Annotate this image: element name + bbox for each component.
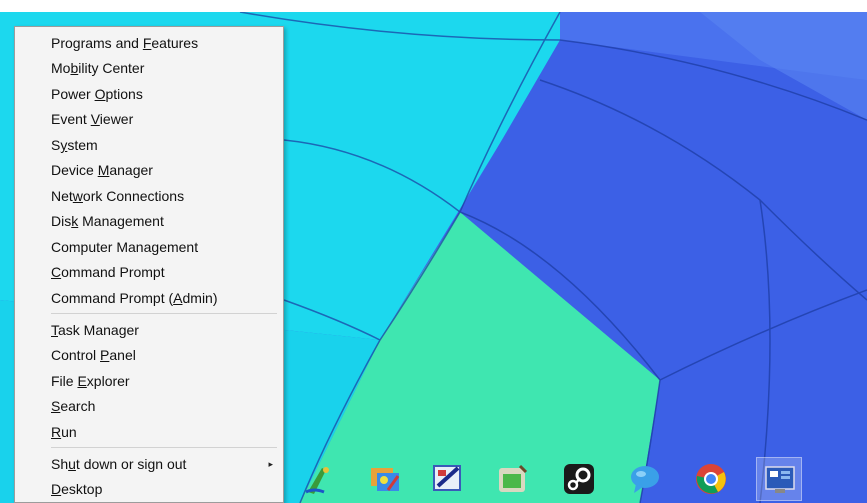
menu-item-access-key: M xyxy=(97,162,110,178)
menu-item-access-key: A xyxy=(173,290,183,306)
menu-item-access-key: u xyxy=(68,456,76,472)
menu-item-computer-management[interactable]: Computer Management xyxy=(15,235,283,259)
taskbar-button[interactable] xyxy=(362,457,408,501)
menu-item-label-part: Power xyxy=(51,86,95,102)
menu-item-file-explorer[interactable]: File Explorer xyxy=(15,369,283,393)
menu-item-label-part: anager xyxy=(109,162,153,178)
menu-item-access-key: C xyxy=(51,264,62,280)
menu-item-label-part: ommand Prompt xyxy=(61,264,165,280)
taskbar-button[interactable] xyxy=(298,457,344,501)
menu-item-command-prompt-admin[interactable]: Command Prompt (Admin) xyxy=(15,286,283,310)
menu-item-label-part: Mo xyxy=(51,60,71,76)
menu-item-label-part: Event xyxy=(51,111,91,127)
menu-item-label-part: S xyxy=(51,137,61,153)
menu-item-label-part: Net xyxy=(51,188,73,204)
menu-item-programs-and-features[interactable]: Programs and Features xyxy=(15,31,283,55)
menu-item-label-part: un xyxy=(61,424,77,440)
taskbar-button[interactable] xyxy=(490,457,536,501)
menu-item-label-part: Computer Mana xyxy=(51,239,152,255)
menu-item-access-key: E xyxy=(77,373,87,389)
menu-item-desktop[interactable]: Desktop xyxy=(15,477,283,501)
menu-item-label-part: Control xyxy=(51,347,101,363)
menu-item-power-options[interactable]: Power Options xyxy=(15,82,283,106)
menu-item-label-part: Programs and xyxy=(51,35,143,51)
taskbar-button[interactable] xyxy=(426,457,472,501)
menu-separator xyxy=(51,447,277,448)
menu-item-shut-down-or-sign-out[interactable]: Shut down or sign out ▸ xyxy=(15,452,283,476)
menu-item-label-part: ask Manager xyxy=(58,322,139,338)
menu-item-label-part: earch xyxy=(60,398,96,414)
menu-item-label-part: Sh xyxy=(51,456,69,472)
menu-item-access-key: S xyxy=(51,398,61,414)
menu-item-network-connections[interactable]: Network Connections xyxy=(15,184,283,208)
menu-item-access-key: O xyxy=(94,86,106,102)
menu-item-label-part: eatures xyxy=(151,35,199,51)
menu-item-label-part: Management xyxy=(78,213,164,229)
taskbar-button[interactable] xyxy=(622,457,668,501)
taskbar xyxy=(284,455,867,503)
menu-item-access-key: w xyxy=(72,188,83,204)
menu-item-label-part: stem xyxy=(67,137,98,153)
menu-item-run[interactable]: Run xyxy=(15,420,283,444)
menu-item-label-part: File xyxy=(51,373,78,389)
submenu-arrow-icon: ▸ xyxy=(268,459,273,469)
menu-item-label-part: iewer xyxy=(99,111,134,127)
menu-item-label-part: ork Connections xyxy=(82,188,185,204)
menu-item-access-key: V xyxy=(90,111,100,127)
taskbar-button[interactable] xyxy=(556,457,602,501)
menu-item-label-part: Dis xyxy=(51,213,72,229)
menu-item-access-key: T xyxy=(51,322,58,338)
menu-item-control-panel[interactable]: Control Panel xyxy=(15,343,283,367)
menu-item-search[interactable]: Search xyxy=(15,394,283,418)
menu-item-disk-management[interactable]: Disk Management xyxy=(15,209,283,233)
menu-item-label-part: Command Prompt ( xyxy=(51,290,174,306)
taskbar-button[interactable] xyxy=(688,457,734,501)
menu-item-label-part: dmin) xyxy=(182,290,218,306)
menu-item-event-viewer[interactable]: Event Viewer xyxy=(15,107,283,131)
menu-item-label-part: anel xyxy=(109,347,136,363)
menu-item-label-part: ement xyxy=(159,239,199,255)
taskbar-button[interactable] xyxy=(756,457,802,501)
quick-link-menu: Programs and Features Mobility Center Powe… xyxy=(14,26,284,503)
menu-item-label-part: xplorer xyxy=(86,373,130,389)
menu-item-label-part: ptions xyxy=(105,86,143,102)
menu-item-system[interactable]: System xyxy=(15,133,283,157)
menu-item-access-key: D xyxy=(51,481,62,497)
menu-item-label-part: ility Center xyxy=(78,60,145,76)
menu-item-access-key: P xyxy=(100,347,110,363)
menu-item-device-manager[interactable]: Device Manager xyxy=(15,158,283,182)
menu-item-label-part: esktop xyxy=(61,481,103,497)
menu-item-label-part: Device xyxy=(51,162,98,178)
menu-item-mobility-center[interactable]: Mobility Center xyxy=(15,56,283,80)
menu-separator xyxy=(51,313,277,314)
menu-item-command-prompt[interactable]: Command Prompt xyxy=(15,260,283,284)
menu-item-task-manager[interactable]: Task Manager xyxy=(15,318,283,342)
menu-item-label-part: t down or sign out xyxy=(75,456,187,472)
menu-item-access-key: R xyxy=(51,424,62,440)
